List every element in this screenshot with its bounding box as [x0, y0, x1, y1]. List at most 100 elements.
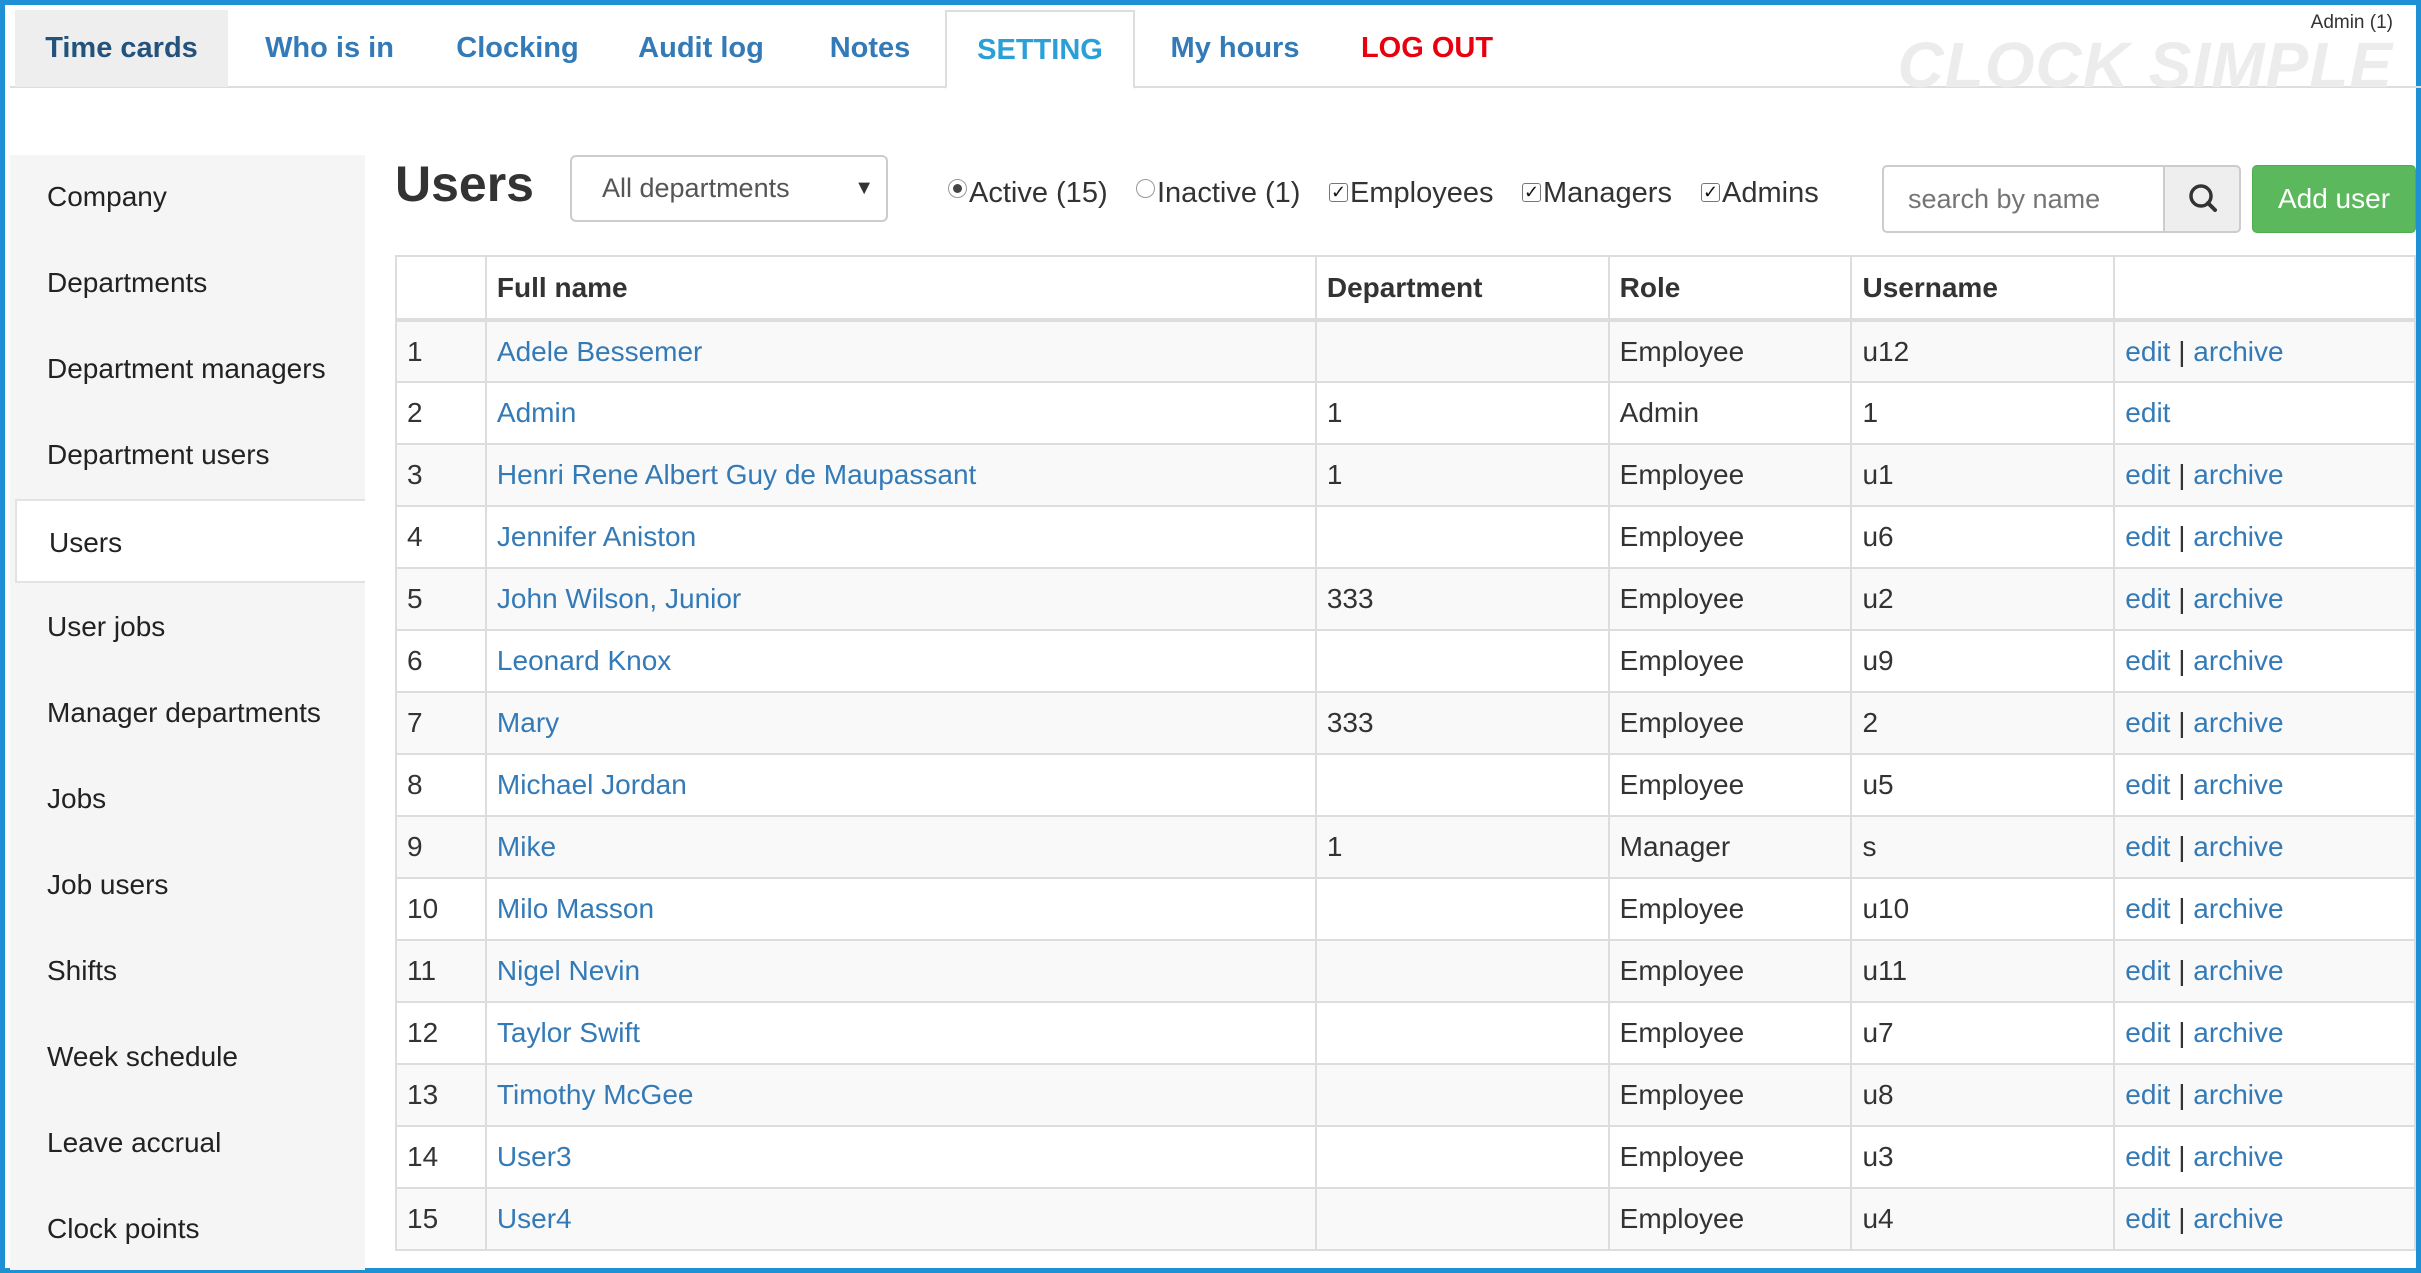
action-separator: |: [2178, 1141, 2186, 1172]
sidebar-item-company[interactable]: Company: [15, 155, 365, 239]
sidebar-item-users[interactable]: Users: [15, 499, 365, 583]
username-cell: u12: [1850, 319, 2116, 383]
user-name-link[interactable]: Timothy McGee: [497, 1079, 694, 1110]
admins-checkbox[interactable]: ✓ Admins: [1701, 177, 1819, 210]
archive-link[interactable]: archive: [2193, 955, 2283, 986]
row-number: 10: [395, 877, 487, 941]
archive-link[interactable]: archive: [2193, 1079, 2283, 1110]
edit-link[interactable]: edit: [2125, 831, 2170, 862]
edit-link[interactable]: edit: [2125, 397, 2170, 428]
archive-link[interactable]: archive: [2193, 769, 2283, 800]
archive-link[interactable]: archive: [2193, 1203, 2283, 1234]
row-number: 1: [395, 319, 487, 383]
sidebar-item-job-users[interactable]: Job users: [15, 843, 365, 927]
tab-time-cards[interactable]: Time cards: [15, 10, 228, 87]
sidebar-item-department-managers[interactable]: Department managers: [15, 327, 365, 411]
edit-link[interactable]: edit: [2125, 893, 2170, 924]
user-name-link[interactable]: Michael Jordan: [497, 769, 687, 800]
sidebar-item-manager-departments[interactable]: Manager departments: [15, 671, 365, 755]
actions-cell: edit: [2113, 381, 2416, 445]
add-user-button[interactable]: Add user: [2252, 165, 2416, 233]
role-cell: Employee: [1607, 691, 1853, 755]
table-row: 2 Admin 1 Admin 1 edit: [395, 381, 2416, 445]
department-cell: 1: [1314, 443, 1610, 507]
username-cell: 2: [1850, 691, 2116, 755]
sidebar-item-clock-points[interactable]: Clock points: [15, 1187, 365, 1271]
edit-link[interactable]: edit: [2125, 955, 2170, 986]
user-name-link[interactable]: User3: [497, 1141, 572, 1172]
sidebar-item-week-schedule[interactable]: Week schedule: [15, 1015, 365, 1099]
actions-cell: edit | archive: [2113, 1063, 2416, 1127]
tab-audit-log[interactable]: Audit log: [616, 10, 786, 87]
tab-my-hours[interactable]: My hours: [1150, 10, 1320, 87]
department-cell: 333: [1314, 691, 1610, 755]
sidebar-item-shifts[interactable]: Shifts: [15, 929, 365, 1013]
edit-link[interactable]: edit: [2125, 769, 2170, 800]
role-cell: Employee: [1607, 629, 1853, 693]
sidebar-item-jobs[interactable]: Jobs: [15, 757, 365, 841]
archive-link[interactable]: archive: [2193, 707, 2283, 738]
top-nav: Time cards Who is in Clocking Audit log …: [10, 10, 2421, 101]
settings-sidebar: Company Departments Department managers …: [10, 155, 365, 1270]
row-number: 9: [395, 815, 487, 879]
edit-link[interactable]: edit: [2125, 1203, 2170, 1234]
user-name-link[interactable]: Mike: [497, 831, 556, 862]
sidebar-item-user-jobs[interactable]: User jobs: [15, 585, 365, 669]
edit-link[interactable]: edit: [2125, 583, 2170, 614]
search-button[interactable]: [2163, 165, 2241, 233]
username-cell: u8: [1850, 1063, 2116, 1127]
archive-link[interactable]: archive: [2193, 521, 2283, 552]
inactive-radio[interactable]: Inactive (1): [1136, 177, 1300, 210]
managers-checkbox[interactable]: ✓ Managers: [1522, 177, 1672, 210]
user-name-link[interactable]: Admin: [497, 397, 576, 428]
full-name-cell: Mary: [484, 691, 1317, 755]
department-select[interactable]: All departments ▼: [570, 155, 888, 222]
user-name-link[interactable]: Nigel Nevin: [497, 955, 640, 986]
edit-link[interactable]: edit: [2125, 1079, 2170, 1110]
sidebar-item-leave-accrual[interactable]: Leave accrual: [15, 1101, 365, 1185]
user-name-link[interactable]: Henri Rene Albert Guy de Maupassant: [497, 459, 976, 490]
row-number: 12: [395, 1001, 487, 1065]
user-name-link[interactable]: John Wilson, Junior: [497, 583, 741, 614]
user-name-link[interactable]: Milo Masson: [497, 893, 654, 924]
user-name-link[interactable]: Jennifer Aniston: [497, 521, 696, 552]
sidebar-item-departments[interactable]: Departments: [15, 241, 365, 325]
archive-link[interactable]: archive: [2193, 459, 2283, 490]
row-number: 7: [395, 691, 487, 755]
tab-notes[interactable]: Notes: [800, 10, 940, 87]
edit-link[interactable]: edit: [2125, 336, 2170, 367]
archive-link[interactable]: archive: [2193, 831, 2283, 862]
tab-log-out[interactable]: LOG OUT: [1337, 10, 1517, 87]
user-name-link[interactable]: Taylor Swift: [497, 1017, 640, 1048]
edit-link[interactable]: edit: [2125, 459, 2170, 490]
archive-link[interactable]: archive: [2193, 336, 2283, 367]
tab-setting[interactable]: SETTING: [945, 10, 1135, 89]
archive-link[interactable]: archive: [2193, 583, 2283, 614]
archive-link[interactable]: archive: [2193, 645, 2283, 676]
role-cell: Employee: [1607, 319, 1853, 383]
full-name-cell: Nigel Nevin: [484, 939, 1317, 1003]
archive-link[interactable]: archive: [2193, 1141, 2283, 1172]
table-row: 10 Milo Masson Employee u10 edit | archive: [395, 877, 2416, 941]
department-cell: [1314, 629, 1610, 693]
archive-link[interactable]: archive: [2193, 893, 2283, 924]
role-cell: Employee: [1607, 1063, 1853, 1127]
user-name-link[interactable]: User4: [497, 1203, 572, 1234]
user-name-link[interactable]: Leonard Knox: [497, 645, 671, 676]
sidebar-item-department-users[interactable]: Department users: [15, 413, 365, 497]
user-name-link[interactable]: Mary: [497, 707, 559, 738]
employees-checkbox[interactable]: ✓ Employees: [1329, 177, 1493, 210]
archive-link[interactable]: archive: [2193, 1017, 2283, 1048]
admins-checkbox-label: Admins: [1722, 177, 1819, 209]
search-input[interactable]: [1882, 165, 2164, 233]
active-radio[interactable]: Active (15): [948, 177, 1108, 210]
edit-link[interactable]: edit: [2125, 1141, 2170, 1172]
edit-link[interactable]: edit: [2125, 521, 2170, 552]
edit-link[interactable]: edit: [2125, 1017, 2170, 1048]
user-name-link[interactable]: Adele Bessemer: [497, 336, 702, 367]
tab-who-is-in[interactable]: Who is in: [238, 10, 421, 87]
full-name-cell: Admin: [484, 381, 1317, 445]
edit-link[interactable]: edit: [2125, 645, 2170, 676]
tab-clocking[interactable]: Clocking: [435, 10, 600, 87]
edit-link[interactable]: edit: [2125, 707, 2170, 738]
